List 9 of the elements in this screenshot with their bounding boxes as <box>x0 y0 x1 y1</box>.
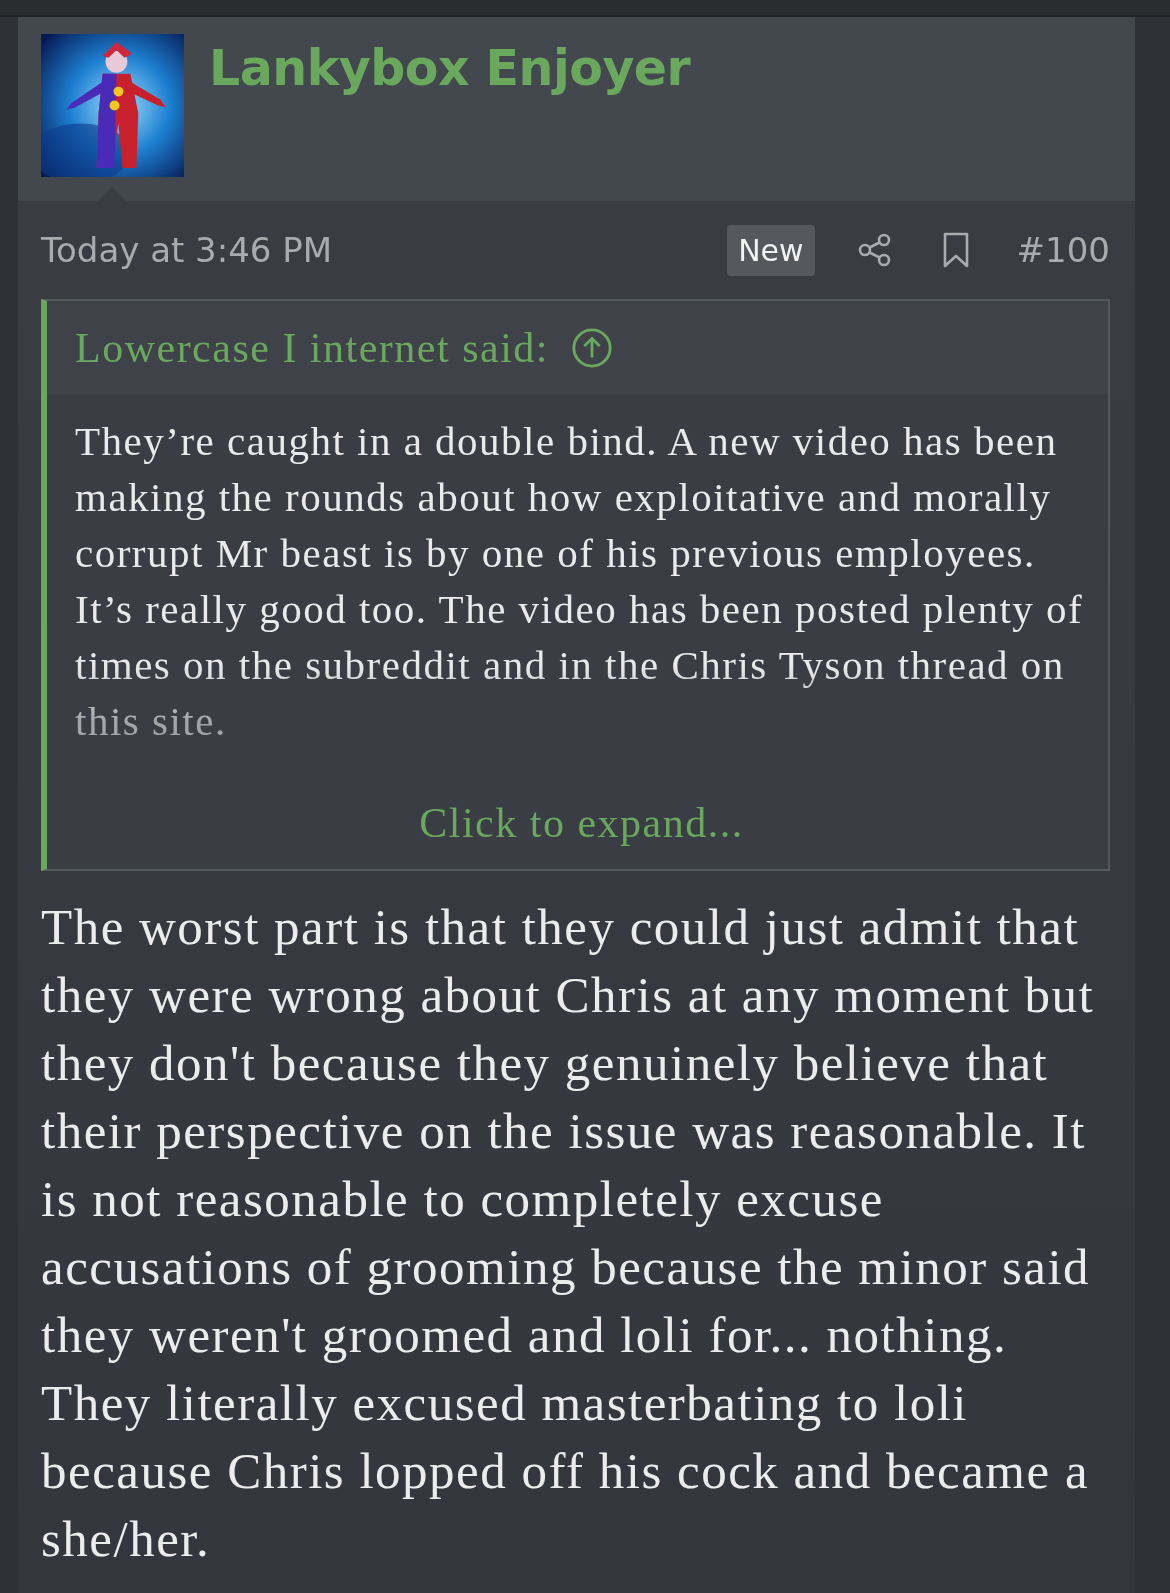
post-number[interactable]: #100 <box>1016 230 1110 270</box>
arrow-up-icon[interactable] <box>571 327 613 369</box>
post-text: The worst part is that they could just admit that they were wrong about Chris at any moment but they don't because they genuinely believe that their perspective on the issue was reasonable. It is not reasonable to completely excuse accusations of grooming because the minor said they weren't groomed and loli for... nothing. They literally excused masterbating to loli because Chris lopped off his cock and became a she/her. <box>41 898 1096 1569</box>
expand-link[interactable]: Click to expand... <box>419 799 744 847</box>
share-icon[interactable] <box>856 232 893 268</box>
quote-text: They’re caught in a double bind. A new video has been making the rounds about how exploitative and morally corrupt Mr beast is by one of his previous employees. It’s really good too. The video has been posted plenty of times on the subreddit and in the Chris Tyson thread on this site. <box>75 417 1085 746</box>
post-time[interactable]: Today at 3:46 PM <box>41 230 333 270</box>
username[interactable]: Lankybox Enjoyer <box>209 40 691 97</box>
new-badge: New <box>727 224 815 276</box>
